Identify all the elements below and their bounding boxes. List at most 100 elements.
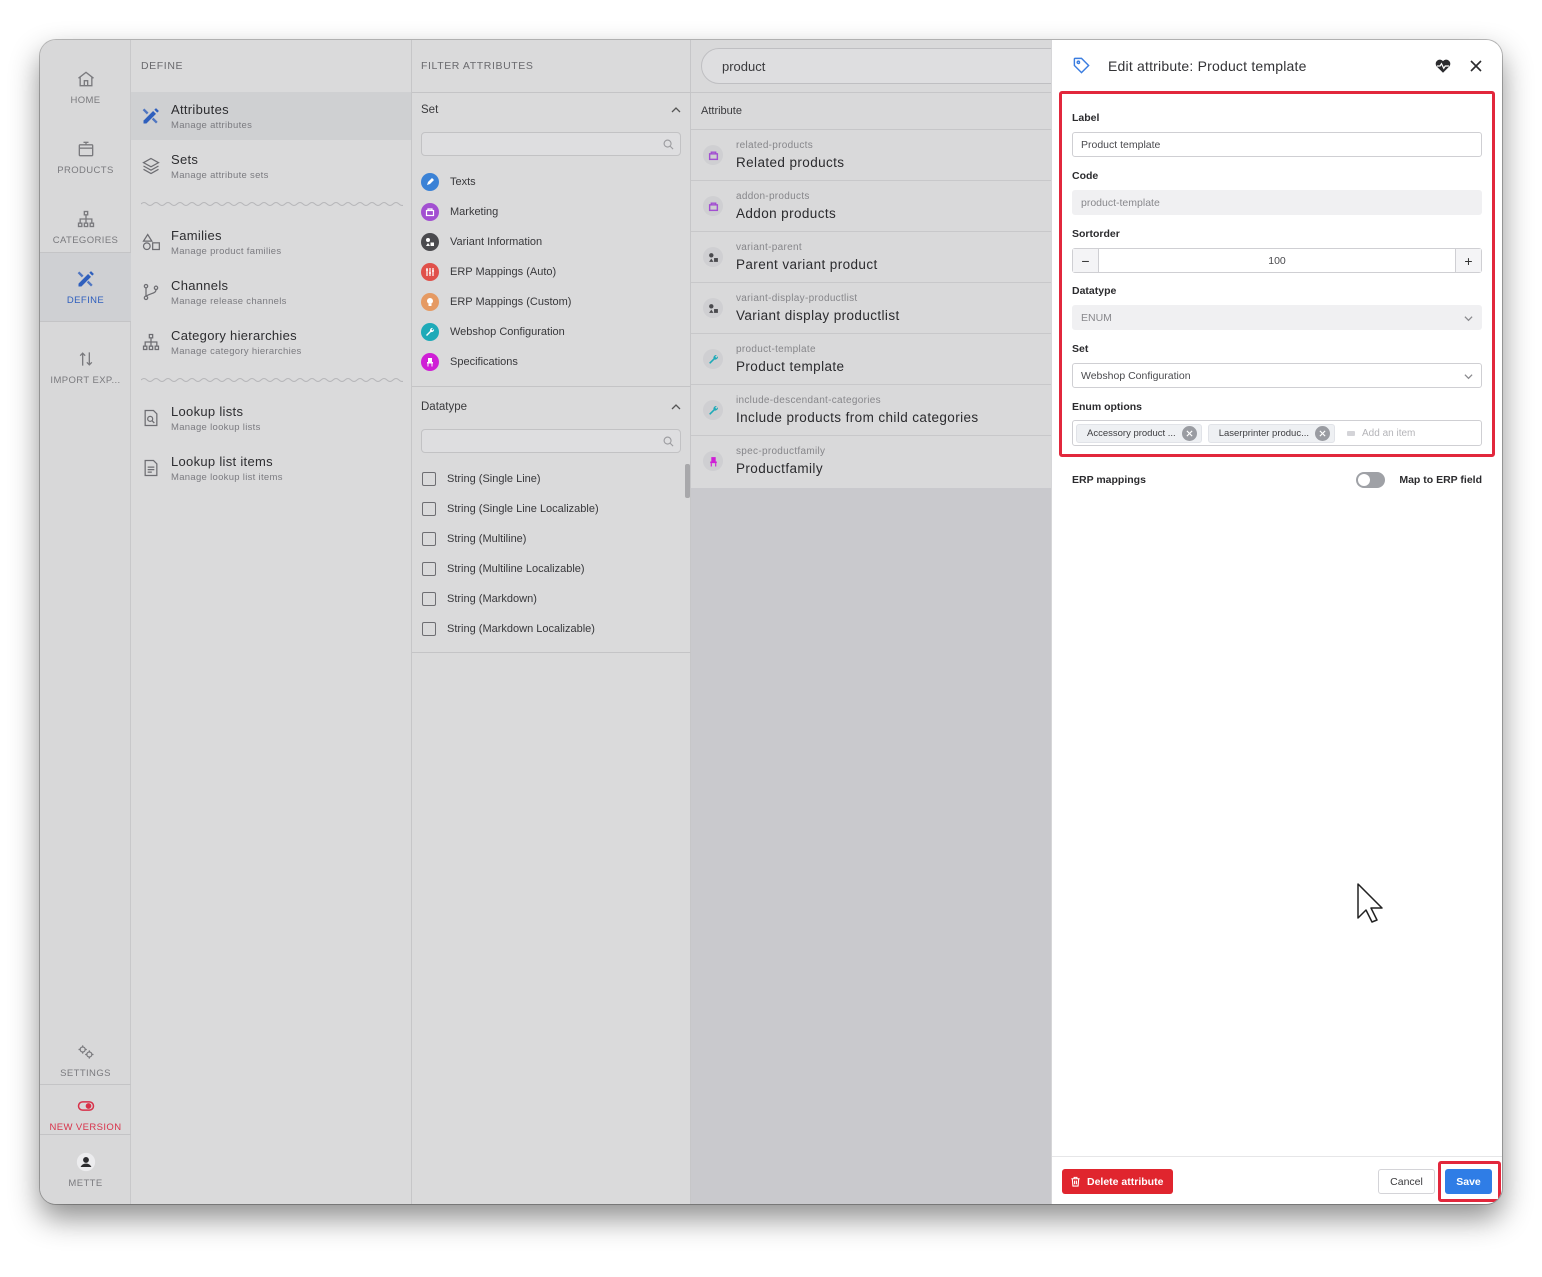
checkbox[interactable] bbox=[422, 472, 436, 486]
set-item-erp-custom[interactable]: ERP Mappings (Custom) bbox=[421, 291, 571, 313]
nav-lookup-list-items[interactable]: Lookup list items Manage lookup list item… bbox=[131, 444, 411, 492]
datatype-option[interactable]: String (Multiline) bbox=[422, 529, 526, 549]
decrement-button[interactable]: − bbox=[1073, 249, 1098, 272]
rail-import-export[interactable]: IMPORT EXP... bbox=[40, 332, 131, 402]
wrench-icon bbox=[708, 405, 718, 415]
attribute-list-panel: product Attribute related-products Relat… bbox=[691, 40, 1081, 1204]
filter-scrollbar[interactable] bbox=[685, 464, 690, 498]
attribute-code: variant-display-productlist bbox=[736, 293, 858, 304]
delete-attribute-button[interactable]: Delete attribute bbox=[1062, 1169, 1174, 1194]
set-item-label: Texts bbox=[450, 176, 476, 188]
pencil-ruler-icon bbox=[77, 270, 94, 286]
bulb-icon bbox=[427, 298, 433, 306]
enum-chip-label: Laserprinter produc... bbox=[1218, 427, 1309, 439]
remove-chip-icon[interactable] bbox=[1181, 425, 1197, 441]
attribute-name: Related products bbox=[736, 155, 845, 170]
chevron-up-icon[interactable] bbox=[671, 402, 681, 412]
nav-attributes[interactable]: Attributes Manage attributes bbox=[131, 92, 411, 140]
main-rail: HOME PRODUCTS CATEGORIES DEFINE IMPORT E… bbox=[40, 40, 131, 1204]
datatype-section-header[interactable]: Datatype bbox=[421, 401, 681, 413]
nav-lookup-list-items-title: Lookup list items bbox=[171, 453, 273, 469]
set-item-label: Specifications bbox=[450, 356, 518, 368]
set-item-texts[interactable]: Texts bbox=[421, 171, 476, 193]
chevron-up-icon[interactable] bbox=[671, 105, 681, 115]
checkbox[interactable] bbox=[422, 622, 436, 636]
cancel-button[interactable]: Cancel bbox=[1378, 1169, 1435, 1194]
map-to-erp-toggle[interactable]: Map to ERP field bbox=[1356, 472, 1482, 488]
datatype-option-label: String (Single Line Localizable) bbox=[447, 503, 599, 515]
checkbox[interactable] bbox=[422, 502, 436, 516]
attribute-row[interactable]: related-products Related products bbox=[691, 130, 1051, 181]
attribute-search-value: product bbox=[722, 58, 766, 74]
heart-pulse-icon[interactable] bbox=[1434, 57, 1452, 75]
remove-chip-icon[interactable] bbox=[1315, 425, 1330, 441]
erp-mappings-row: ERP mappings Map to ERP field bbox=[1072, 470, 1482, 490]
nav-sets-sub: Manage attribute sets bbox=[171, 169, 269, 181]
attribute-row[interactable]: variant-parent Parent variant product bbox=[691, 232, 1051, 283]
enum-add-item[interactable]: Add an item bbox=[1347, 428, 1415, 439]
set-section-header[interactable]: Set bbox=[421, 104, 681, 116]
set-item-specifications[interactable]: Specifications bbox=[421, 351, 518, 373]
datatype-option[interactable]: String (Multiline Localizable) bbox=[422, 559, 585, 579]
sortorder-value[interactable]: 100 bbox=[1098, 249, 1456, 272]
attribute-row[interactable]: addon-products Addon products bbox=[691, 181, 1051, 232]
datatype-option[interactable]: String (Markdown Localizable) bbox=[422, 619, 595, 639]
label-input[interactable]: Product template bbox=[1072, 132, 1482, 157]
nav-sets[interactable]: Sets Manage attribute sets bbox=[131, 142, 411, 190]
sortorder-stepper[interactable]: − 100 + bbox=[1072, 248, 1482, 273]
rail-categories-label: CATEGORIES bbox=[52, 234, 119, 246]
column-header-attribute[interactable]: Attribute bbox=[691, 92, 1051, 130]
datatype-option-label: String (Markdown Localizable) bbox=[447, 623, 595, 635]
set-select[interactable]: Webshop Configuration bbox=[1072, 363, 1482, 388]
document-icon bbox=[144, 459, 158, 477]
hierarchy-icon bbox=[142, 333, 160, 351]
set-badge bbox=[703, 451, 723, 471]
set-color-dot bbox=[421, 233, 439, 251]
increment-button[interactable]: + bbox=[1456, 249, 1481, 272]
nav-channels[interactable]: Channels Manage release channels bbox=[131, 268, 411, 316]
set-color-dot bbox=[421, 353, 439, 371]
attribute-row[interactable]: variant-display-productlist Variant disp… bbox=[691, 283, 1051, 334]
gears-icon bbox=[78, 1044, 93, 1059]
nav-category-hierarchies[interactable]: Category hierarchies Manage category hier… bbox=[131, 318, 411, 366]
attribute-row[interactable]: product-template Product template bbox=[691, 334, 1051, 385]
set-search-input[interactable] bbox=[421, 132, 681, 156]
set-item-variant-information[interactable]: Variant Information bbox=[421, 231, 542, 253]
attribute-code: variant-parent bbox=[736, 242, 802, 253]
toggle-switch[interactable] bbox=[1356, 472, 1386, 488]
rail-home[interactable]: HOME bbox=[40, 52, 131, 122]
attribute-name: Productfamily bbox=[736, 461, 823, 476]
checkbox[interactable] bbox=[422, 532, 436, 546]
datatype-option[interactable]: String (Markdown) bbox=[422, 589, 537, 609]
attribute-code: related-products bbox=[736, 140, 814, 151]
set-item-marketing[interactable]: Marketing bbox=[421, 201, 498, 223]
rail-define[interactable]: DEFINE bbox=[40, 252, 131, 322]
enum-chip[interactable]: Accessory product ... bbox=[1076, 423, 1202, 443]
datatype-option[interactable]: String (Single Line) bbox=[422, 469, 541, 489]
set-item-erp-auto[interactable]: ERP Mappings (Auto) bbox=[421, 261, 556, 283]
attribute-row[interactable]: include-descendant-categories Include pr… bbox=[691, 385, 1051, 436]
set-item-label: Webshop Configuration bbox=[450, 326, 565, 338]
rail-products[interactable]: PRODUCTS bbox=[40, 122, 131, 192]
checkbox[interactable] bbox=[422, 592, 436, 606]
nav-lookup-lists[interactable]: Lookup lists Manage lookup lists bbox=[131, 394, 411, 442]
datatype-option-label: String (Multiline Localizable) bbox=[447, 563, 585, 575]
datatype-select: ENUM bbox=[1072, 305, 1482, 330]
rail-user[interactable]: METTE bbox=[40, 1140, 131, 1200]
rail-home-label: HOME bbox=[70, 94, 101, 106]
rail-products-label: PRODUCTS bbox=[57, 164, 114, 176]
nav-category-hierarchies-title: Category hierarchies bbox=[171, 327, 297, 343]
sliders-icon bbox=[426, 268, 434, 276]
close-icon[interactable] bbox=[1470, 60, 1482, 72]
set-item-webshop-configuration[interactable]: Webshop Configuration bbox=[421, 321, 565, 343]
checkbox[interactable] bbox=[422, 562, 436, 576]
attribute-row[interactable]: spec-productfamily Productfamily bbox=[691, 436, 1051, 487]
datatype-search-input[interactable] bbox=[421, 429, 681, 453]
datatype-option[interactable]: String (Single Line Localizable) bbox=[422, 499, 599, 519]
save-button[interactable]: Save bbox=[1445, 1169, 1492, 1194]
nav-families[interactable]: Families Manage product families bbox=[131, 218, 411, 266]
attribute-search-input[interactable]: product bbox=[701, 48, 1081, 84]
enum-chip[interactable]: Laserprinter produc... bbox=[1207, 423, 1335, 443]
enum-options-input[interactable]: Accessory product ... Laserprinter produ… bbox=[1072, 420, 1482, 446]
attribute-list: product Attribute related-products Relat… bbox=[691, 40, 1081, 488]
